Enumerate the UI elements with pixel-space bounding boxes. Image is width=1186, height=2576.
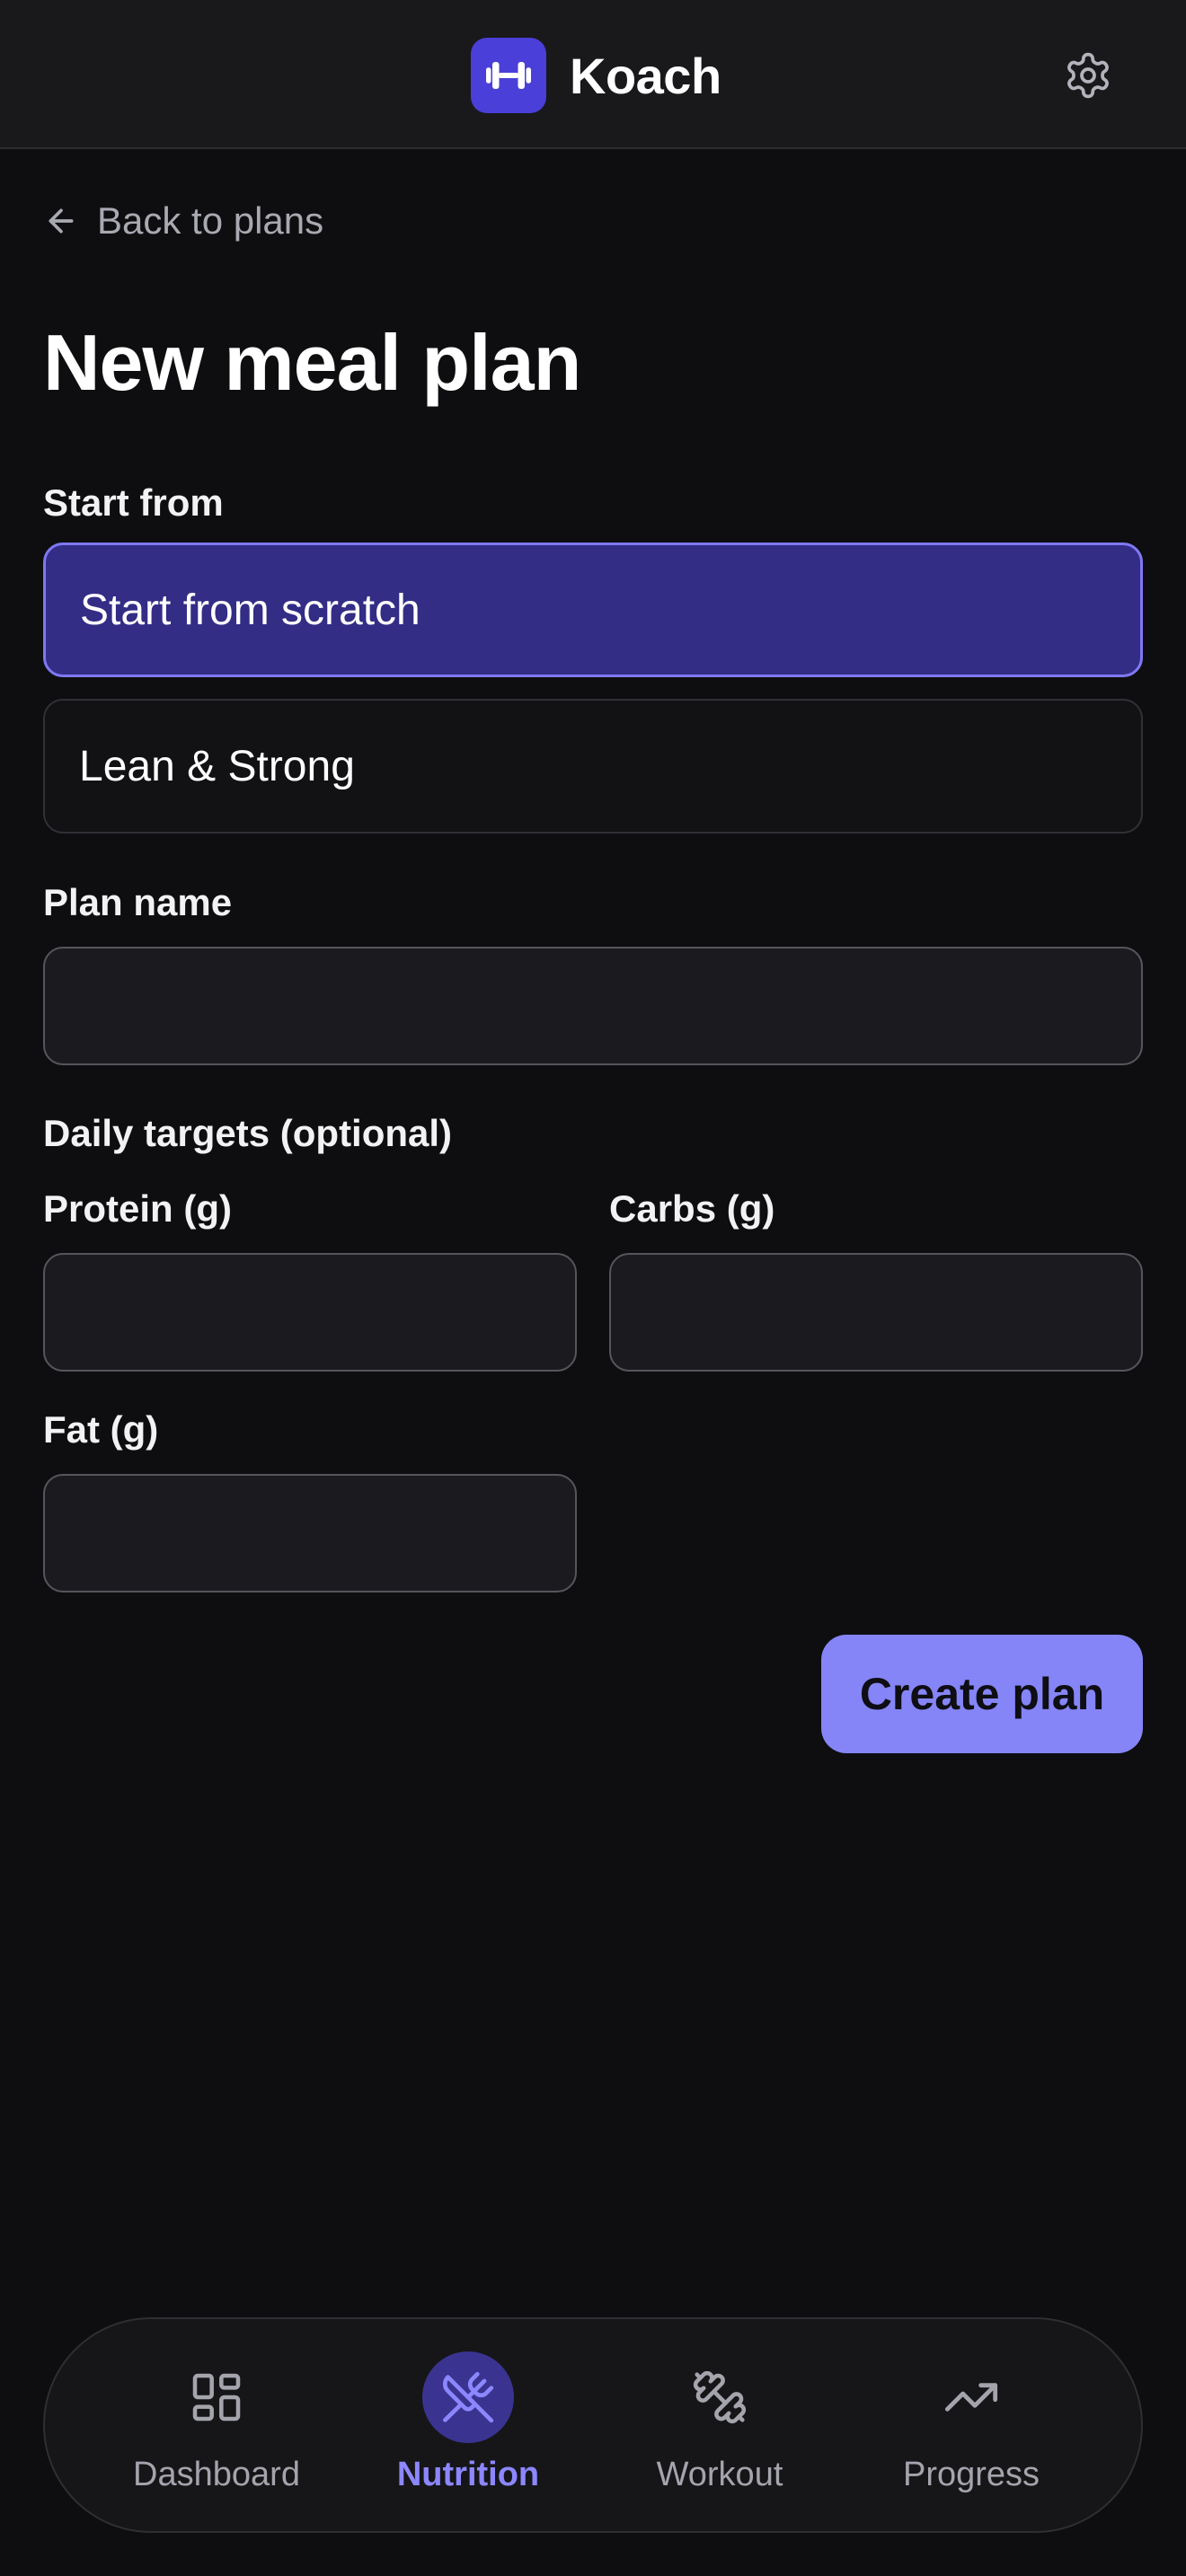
- nav-icon-wrap: [674, 2351, 766, 2443]
- utensils-icon: [443, 2371, 494, 2423]
- nav-label: Progress: [902, 2456, 1040, 2493]
- start-from-label: Start from: [43, 481, 224, 524]
- gear-icon: [1067, 52, 1109, 99]
- plan-name-label: Plan name: [43, 881, 233, 923]
- plan-name-input[interactable]: [43, 947, 1143, 1065]
- top-header: Koach: [0, 0, 1186, 149]
- create-plan-button[interactable]: Create plan: [821, 1635, 1143, 1753]
- option-lean-and-strong[interactable]: Lean & Strong: [43, 699, 1143, 834]
- daily-targets-label: Daily targets (optional): [43, 1112, 453, 1154]
- dumbbell-icon: [486, 62, 531, 89]
- protein-label: Protein (g): [43, 1187, 232, 1230]
- back-to-plans-link[interactable]: Back to plans: [43, 194, 323, 248]
- carbs-label: Carbs (g): [609, 1187, 775, 1230]
- option-label: Lean & Strong: [79, 742, 355, 790]
- settings-button[interactable]: [1060, 48, 1116, 103]
- trending-up-icon: [944, 2383, 998, 2412]
- bottom-nav: Dashboard Nutrition Workout Progress: [43, 2317, 1143, 2533]
- nav-label: Nutrition: [396, 2456, 540, 2493]
- nav-item-nutrition[interactable]: Nutrition: [351, 2319, 585, 2535]
- option-label: Start from scratch: [80, 586, 420, 634]
- nav-label: Workout: [656, 2456, 783, 2493]
- nav-icon-wrap: [925, 2351, 1017, 2443]
- nav-item-progress[interactable]: Progress: [854, 2319, 1088, 2535]
- carbs-input[interactable]: [609, 1253, 1143, 1372]
- arrow-left-icon: [49, 208, 74, 234]
- dumbbell-icon: [693, 2370, 747, 2424]
- option-start-from-scratch[interactable]: Start from scratch: [43, 543, 1143, 677]
- back-link-label: Back to plans: [97, 199, 324, 242]
- nav-label: Dashboard: [133, 2456, 300, 2493]
- brand: Koach: [471, 38, 721, 113]
- app-name: Koach: [570, 47, 721, 104]
- nav-item-dashboard[interactable]: Dashboard: [100, 2319, 333, 2535]
- fat-label: Fat (g): [43, 1408, 159, 1451]
- nav-icon-wrap: [422, 2351, 514, 2443]
- fat-input[interactable]: [43, 1474, 577, 1592]
- protein-input[interactable]: [43, 1253, 577, 1372]
- nav-icon-wrap: [171, 2351, 262, 2443]
- grid-icon: [192, 2373, 241, 2422]
- brand-logo: [471, 38, 546, 113]
- app-root: Koach Back to plans New meal plan Start …: [0, 0, 1186, 2576]
- nav-item-workout[interactable]: Workout: [603, 2319, 836, 2535]
- page-title: New meal plan: [43, 318, 581, 407]
